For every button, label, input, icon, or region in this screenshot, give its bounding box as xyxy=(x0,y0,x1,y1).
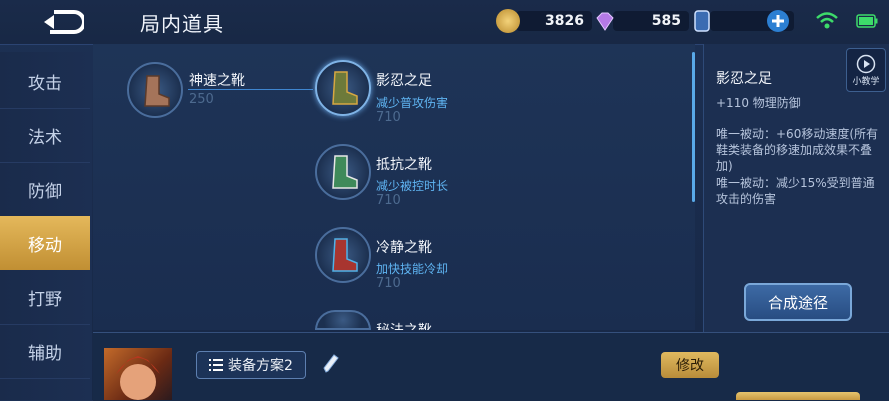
sidebar-item-magic[interactable]: 法术 xyxy=(0,108,90,163)
base-item-name: 神速之靴 xyxy=(189,73,245,89)
detail-passive-2: 唯一被动：减少15%受到普通攻击的伤害 xyxy=(716,176,875,206)
item-tree-panel: 神速之靴 250 影忍之足 减少普攻伤害 710 抵抗之靴 减少被控时长 710… xyxy=(93,44,695,330)
gem-resource: 585 xyxy=(593,8,689,34)
boots-icon xyxy=(332,71,358,105)
voucher-icon xyxy=(694,10,710,32)
gold-coin-icon xyxy=(496,9,520,33)
equipment-scheme-button[interactable]: 装备方案2 xyxy=(196,351,306,379)
upgrade-desc: 减少被控时长 xyxy=(376,179,449,193)
boots-icon xyxy=(332,155,358,189)
gold-amount: 3826 xyxy=(516,11,592,31)
item-icon-resistance-boots[interactable] xyxy=(315,144,371,200)
boots-icon xyxy=(332,238,358,272)
tutorial-label: 小教学 xyxy=(852,76,880,87)
detail-passive-1: 唯一被动：+60移动速度(所有鞋类装备的移速加成效果不叠加) xyxy=(716,127,879,173)
plus-icon xyxy=(772,15,784,27)
item-icon-calm-boots[interactable] xyxy=(315,227,371,283)
item-icon-swift-boots[interactable] xyxy=(127,62,183,118)
detail-item-name: 影忍之足 xyxy=(716,71,772,87)
upgrade-desc: 减少普攻伤害 xyxy=(376,96,449,110)
sidebar-item-jungle[interactable]: 打野 xyxy=(0,270,90,325)
upgrade-price: 710 xyxy=(376,276,401,291)
upgrade-name: 冷静之靴 xyxy=(376,240,432,256)
sidebar-item-support[interactable]: 辅助 xyxy=(0,324,90,379)
sidebar-item-movement[interactable]: 移动 xyxy=(0,216,90,270)
play-icon xyxy=(856,54,876,73)
sidebar-item-defense[interactable]: 防御 xyxy=(0,162,90,217)
add-currency-button[interactable] xyxy=(767,10,789,32)
detail-item-stat: +110 物理防御 xyxy=(716,96,801,110)
item-icon-arcane-boots[interactable] xyxy=(315,310,371,330)
upgrade-name: 影忍之足 xyxy=(376,73,432,89)
sidebar-item-attack[interactable]: 攻击 xyxy=(0,54,90,109)
upgrade-price: 710 xyxy=(376,110,401,125)
wifi-icon xyxy=(816,12,838,29)
category-sidebar: 攻击 法术 防御 移动 打野 辅助 xyxy=(0,52,92,400)
confirm-button-partial[interactable] xyxy=(736,392,860,400)
item-icon-shadow-feet[interactable] xyxy=(315,60,371,116)
boots-icon xyxy=(144,75,170,107)
hero-avatar xyxy=(104,348,172,400)
tutorial-button[interactable]: 小教学 xyxy=(846,48,886,92)
base-item-price: 250 xyxy=(189,92,214,107)
gold-resource: 3826 xyxy=(496,8,592,34)
back-icon xyxy=(44,10,84,34)
pencil-icon[interactable] xyxy=(320,352,342,376)
gem-amount: 585 xyxy=(613,11,689,31)
list-icon xyxy=(209,359,224,371)
upgrade-price: 710 xyxy=(376,193,401,208)
top-bar: 局内道具 3826 585 0 xyxy=(0,0,889,45)
synthesis-path-button[interactable]: 合成途径 xyxy=(744,283,852,321)
upgrade-name: 抵抗之靴 xyxy=(376,157,432,173)
upgrade-desc: 加快技能冷却 xyxy=(376,262,449,276)
edit-button[interactable]: 修改 xyxy=(661,352,719,378)
back-button[interactable] xyxy=(18,6,106,38)
battery-icon xyxy=(856,14,878,28)
gem-icon xyxy=(596,12,614,31)
upgrade-name: 秘法之靴 xyxy=(376,320,432,330)
scheme-label: 装备方案2 xyxy=(228,358,293,374)
page-title: 局内道具 xyxy=(140,12,224,36)
hero-portrait-icon xyxy=(116,356,160,400)
item-list-scrollbar[interactable] xyxy=(692,52,695,202)
